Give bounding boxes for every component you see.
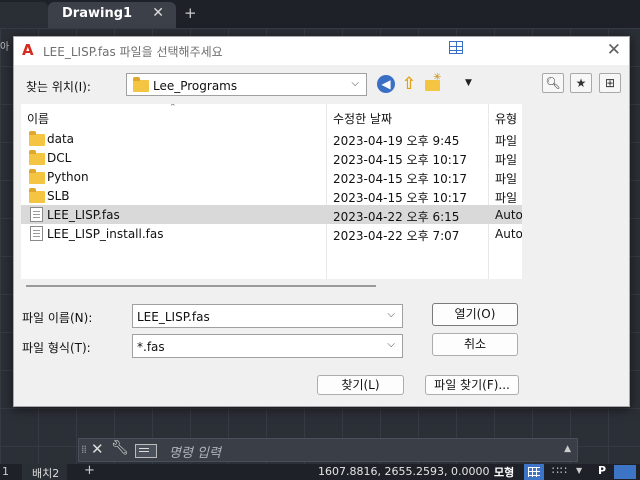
- folder-icon: [29, 131, 45, 146]
- add-layout-icon[interactable]: +: [84, 463, 95, 478]
- close-icon[interactable]: ✕: [91, 440, 104, 458]
- status-bar: 1 배치2 + 1607.8816, 2655.2593, 0.0000 모형 …: [0, 463, 640, 480]
- file-name: LEE_LISP.fas: [47, 208, 120, 222]
- grip-handle-icon[interactable]: ⁞⁞: [81, 443, 87, 456]
- file-type: 파일: [495, 172, 518, 186]
- file-name: DCL: [47, 151, 72, 165]
- file-type: 파일: [495, 153, 518, 167]
- file-name: LEE_LISP_install.fas: [47, 227, 164, 241]
- up-folder-icon[interactable]: ⇧: [400, 75, 418, 93]
- layout-tab[interactable]: 1: [2, 465, 9, 478]
- chevron-up-icon[interactable]: ▲: [564, 444, 571, 454]
- close-icon[interactable]: ✕: [607, 40, 621, 60]
- new-tab-icon[interactable]: +: [184, 4, 197, 22]
- chevron-down-icon[interactable]: ⌵: [387, 309, 395, 320]
- file-select-dialog: A LEE_LISP.fas 파일을 선택해주세요 ✕ 찾는 위치(I): Le…: [13, 36, 630, 407]
- fas-file-icon: [30, 207, 43, 222]
- back-icon[interactable]: ◀: [377, 75, 395, 93]
- folder-icon: [29, 169, 45, 184]
- filetype-value: *.fas: [137, 340, 165, 354]
- new-folder-icon[interactable]: [424, 72, 442, 93]
- favorites-icon[interactable]: ★: [570, 73, 592, 93]
- column-header-date[interactable]: 수정한 날짜: [333, 110, 392, 127]
- file-type: 파일: [495, 191, 518, 205]
- command-prompt-icon[interactable]: [135, 444, 157, 458]
- look-in-value: Lee_Programs: [153, 79, 238, 93]
- column-header-name[interactable]: 이름: [27, 110, 49, 127]
- sort-ascending-icon: ⌃: [169, 104, 177, 113]
- open-button[interactable]: 열기(O): [432, 303, 518, 326]
- horizontal-scrollbar[interactable]: [21, 285, 522, 289]
- file-name: data: [47, 132, 75, 146]
- filename-label: 파일 이름(N):: [22, 311, 93, 325]
- command-input[interactable]: 명령 입력: [169, 442, 221, 461]
- search-web-icon[interactable]: 🔍︎: [542, 73, 564, 93]
- file-date: 2023-04-22 오후 7:07: [333, 229, 460, 243]
- list-item-data[interactable]: data 2023-04-19 오후 9:45 파일: [21, 129, 522, 148]
- chevron-down-icon: ⌵: [351, 78, 359, 89]
- column-header-type[interactable]: 유형: [495, 110, 517, 127]
- filetype-dropdown[interactable]: *.fas ⌵: [132, 334, 403, 358]
- snap-icon[interactable]: ∷∷: [552, 464, 568, 477]
- command-line: ⁞⁞ ✕ 🔧︎ 명령 입력 ▲: [78, 438, 578, 462]
- file-date: 2023-04-15 오후 10:17: [333, 172, 468, 186]
- file-tab-previous[interactable]: [0, 2, 48, 28]
- scrollbar-thumb[interactable]: [26, 285, 376, 287]
- chevron-down-icon: ⌵: [387, 339, 395, 350]
- autocad-logo-icon: A: [22, 41, 34, 59]
- chevron-down-icon[interactable]: ▼: [465, 78, 472, 88]
- file-date: 2023-04-22 오후 6:15: [333, 210, 460, 224]
- list-item-slb[interactable]: SLB 2023-04-15 오후 10:17 파일: [21, 186, 522, 205]
- coordinates-readout: 1607.8816, 2655.2593, 0.0000: [318, 465, 490, 478]
- folder-icon: [29, 150, 45, 165]
- file-date: 2023-04-15 오후 10:17: [333, 153, 468, 167]
- filename-input[interactable]: LEE_LISP.fas ⌵: [132, 304, 403, 328]
- file-tab-bar: Drawing1 ✕ +: [0, 0, 640, 28]
- folder-icon: [29, 188, 45, 203]
- find-file-button[interactable]: 파일 찾기(F)...: [425, 375, 519, 395]
- status-toggle-icon[interactable]: [614, 465, 636, 479]
- views-icon[interactable]: [449, 41, 463, 54]
- file-tab-label: Drawing1: [62, 6, 133, 21]
- chevron-down-icon[interactable]: ▼: [576, 466, 582, 475]
- grid-icon[interactable]: [524, 464, 544, 480]
- filename-value: LEE_LISP.fas: [137, 310, 210, 324]
- file-name: Python: [47, 170, 89, 184]
- look-in-dropdown[interactable]: Lee_Programs ⌵: [126, 73, 367, 96]
- file-type: Auto: [495, 227, 522, 241]
- close-icon[interactable]: ✕: [152, 5, 164, 21]
- look-in-label: 찾는 위치(I):: [26, 80, 91, 94]
- folder-icon: [133, 77, 149, 92]
- add-to-favorites-icon[interactable]: ⊞: [599, 73, 621, 93]
- file-list[interactable]: ⌃ 이름 수정한 날짜 유형 data 2023-04-19 오후 9:45 파…: [21, 104, 522, 279]
- fas-file-icon: [30, 226, 43, 241]
- list-item-python[interactable]: Python 2023-04-15 오후 10:17 파일: [21, 167, 522, 186]
- filetype-label: 파일 형식(T):: [22, 341, 91, 355]
- wrench-icon[interactable]: 🔧︎: [111, 440, 129, 456]
- side-text-fragment: 아: [0, 42, 10, 53]
- find-button[interactable]: 찾기(L): [317, 375, 404, 395]
- p-button[interactable]: P: [598, 464, 606, 477]
- file-type: Auto: [495, 208, 522, 222]
- layout-tab-2[interactable]: 배치2: [22, 464, 68, 480]
- dialog-titlebar: A LEE_LISP.fas 파일을 선택해주세요 ✕: [14, 37, 629, 65]
- list-item-lee-lisp-install-fas[interactable]: LEE_LISP_install.fas 2023-04-22 오후 7:07 …: [21, 224, 522, 243]
- dialog-title: LEE_LISP.fas 파일을 선택해주세요: [43, 45, 223, 59]
- file-date: 2023-04-19 오후 9:45: [333, 134, 460, 148]
- file-date: 2023-04-15 오후 10:17: [333, 191, 468, 205]
- file-type: 파일: [495, 134, 518, 148]
- list-item-lee-lisp-fas[interactable]: LEE_LISP.fas 2023-04-22 오후 6:15 Auto: [21, 205, 522, 224]
- file-name: SLB: [47, 189, 70, 203]
- list-item-dcl[interactable]: DCL 2023-04-15 오후 10:17 파일: [21, 148, 522, 167]
- cancel-button[interactable]: 취소: [432, 333, 518, 356]
- model-space-button[interactable]: 모형: [494, 464, 514, 480]
- file-tab-drawing1[interactable]: Drawing1 ✕: [48, 2, 176, 28]
